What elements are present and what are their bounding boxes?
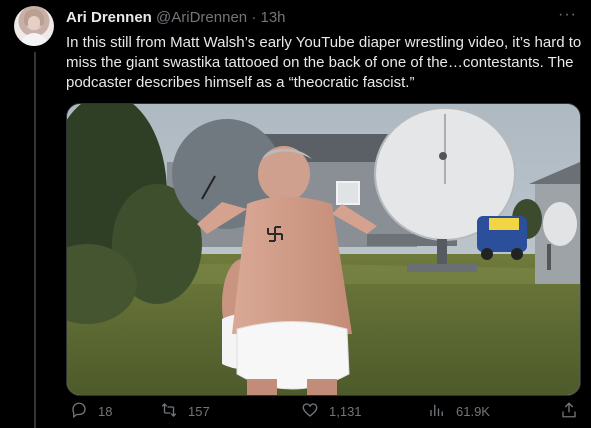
- more-options-icon[interactable]: ···: [558, 6, 577, 24]
- avatar[interactable]: [14, 6, 54, 46]
- retweet-button[interactable]: 157: [160, 401, 210, 422]
- separator-dot: ·: [251, 9, 257, 26]
- like-button[interactable]: 1,131: [301, 401, 362, 422]
- share-button[interactable]: [560, 401, 578, 422]
- like-count: 1,131: [329, 404, 362, 419]
- tweet-time[interactable]: 13h: [260, 9, 285, 26]
- author-name[interactable]: Ari Drennen: [66, 9, 152, 26]
- avatar-shoulders: [20, 33, 48, 46]
- share-icon: [560, 401, 578, 422]
- thread-line: [34, 52, 36, 428]
- author-handle[interactable]: @AriDrennen: [156, 9, 247, 26]
- tweet-actions-bar: 18 157 1,131 61.9K: [66, 401, 582, 425]
- avatar-face: [28, 16, 40, 30]
- views-button[interactable]: 61.9K: [428, 401, 490, 422]
- reply-count: 18: [98, 404, 113, 419]
- reply-icon: [70, 401, 88, 422]
- video-still: [67, 104, 580, 395]
- heart-icon: [301, 401, 319, 422]
- retweet-icon: [160, 401, 178, 422]
- views-count: 61.9K: [456, 404, 490, 419]
- reply-button[interactable]: 18: [70, 401, 112, 422]
- tweet-header: Ari Drennen @AriDrennen · 13h: [66, 9, 286, 27]
- views-icon: [428, 401, 446, 422]
- tweet-text: In this still from Matt Walsh’s early Yo…: [66, 34, 582, 91]
- retweet-count: 157: [188, 404, 210, 419]
- tweet-media-image[interactable]: [66, 103, 581, 396]
